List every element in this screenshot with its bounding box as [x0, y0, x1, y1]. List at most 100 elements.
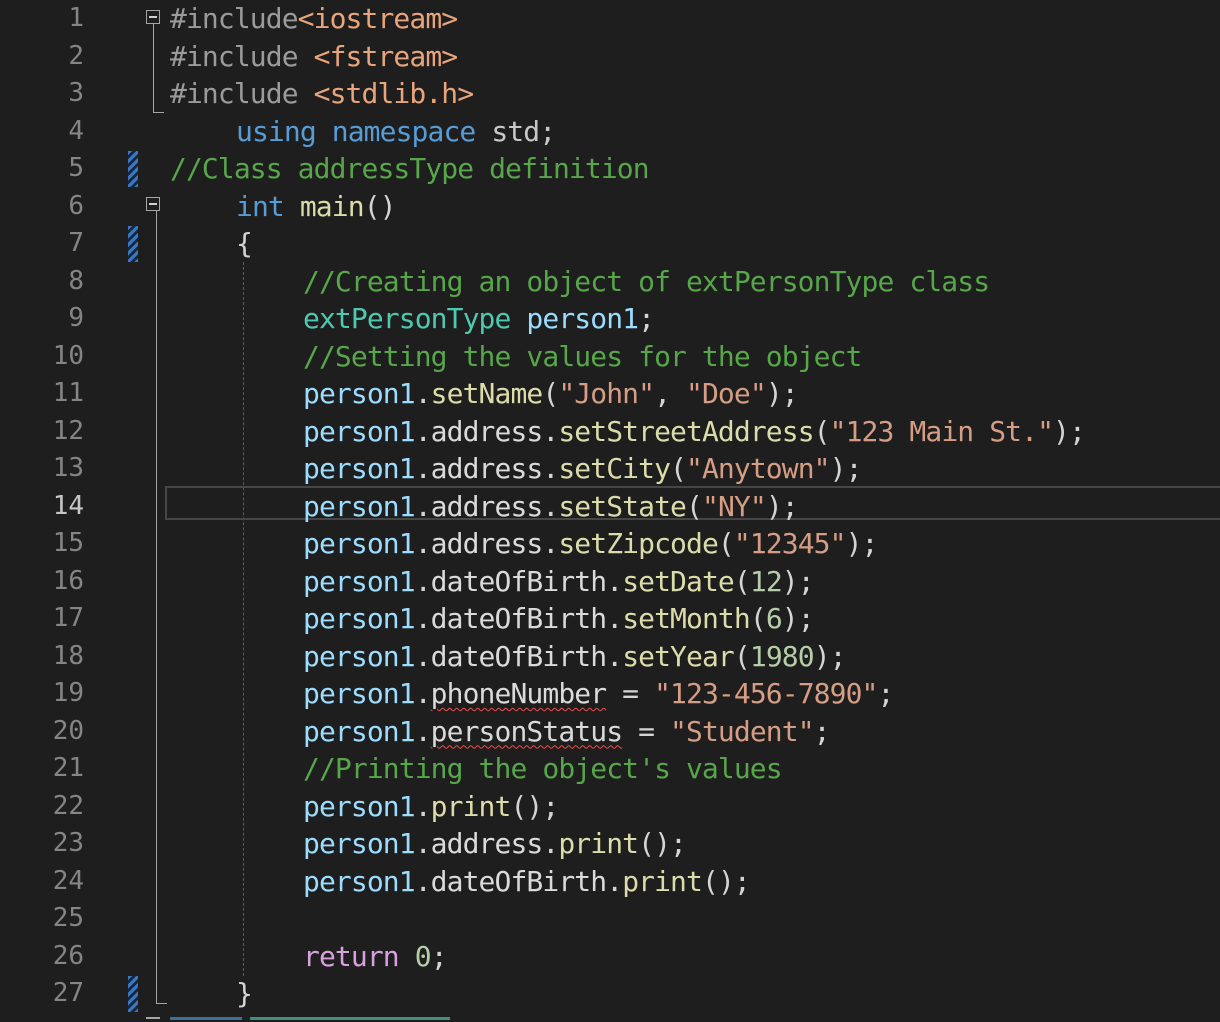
code-token: setZipcode [558, 527, 718, 560]
code-token: person1 [303, 827, 416, 860]
line-number: 26 [52, 940, 84, 971]
line-number: 20 [52, 715, 84, 746]
code-token: . [414, 452, 432, 485]
code-token: print [558, 827, 639, 860]
code-line[interactable]: 20 person1.personStatus = "Student"; [0, 713, 1220, 751]
code-line[interactable]: 2 #include <fstream> [0, 38, 1220, 76]
code-line[interactable]: 22 person1.print(); [0, 788, 1220, 826]
line-number: 4 [68, 115, 84, 146]
line-number: 17 [52, 603, 84, 633]
code-line[interactable]: 14 person1.address.setState("NY"); [0, 488, 1220, 526]
code-line[interactable]: 1 #include<iostream> [0, 0, 1220, 38]
code-token: 12 [749, 564, 783, 598]
code-token: using [236, 114, 317, 148]
code-line[interactable]: 5 //Class addressType definition [0, 150, 1220, 188]
code-token: dateOfBirth [430, 564, 607, 598]
code-token: ( [813, 414, 831, 448]
code-token: . [542, 827, 559, 860]
code-line[interactable]: 27} [0, 975, 1220, 1013]
line-number: 5 [68, 153, 84, 183]
code-line[interactable]: 3 #include <stdlib.h> [0, 75, 1220, 113]
code-line[interactable]: 25 [0, 900, 1220, 938]
line-number: 14 [52, 490, 84, 521]
code-line[interactable]: 18 person1.dateOfBirth.setYear(1980); [0, 638, 1220, 676]
code-text: #include <stdlib.h> [170, 75, 474, 113]
code-text: person1.address.print(); [303, 825, 687, 863]
code-token: return [303, 939, 400, 973]
code-token: . [542, 452, 559, 485]
code-token: setStreetAddress [558, 414, 814, 448]
line-number: 23 [52, 828, 84, 858]
code-token: 1980 [749, 639, 815, 673]
code-token: "Anytown" [686, 452, 831, 485]
code-token: . [414, 489, 432, 523]
code-line[interactable]: 11 person1.setName("John", "Doe"); [0, 375, 1220, 413]
code-line[interactable]: 23 person1.address.print(); [0, 825, 1220, 863]
code-token: { [236, 227, 253, 260]
line-number: 6 [68, 190, 84, 221]
code-line[interactable]: 6 int main() [0, 188, 1220, 226]
code-token: ); [829, 452, 863, 485]
code-text: #include <fstream> [170, 38, 458, 76]
code-token: person1 [303, 564, 416, 598]
code-token: address [430, 414, 544, 448]
code-token: std; [475, 114, 556, 148]
code-line[interactable]: 16 person1.dateOfBirth.setDate(12); [0, 563, 1220, 601]
code-token: address [430, 452, 544, 485]
code-token: . [542, 414, 559, 448]
code-line[interactable]: 13 person1.address.setCity("Anytown"); [0, 450, 1220, 488]
code-text: person1.address.setCity("Anytown"); [303, 450, 862, 488]
code-text: person1.address.setState("NY"); [303, 488, 799, 526]
error-squiggle-token: phoneNumber [430, 677, 607, 710]
code-editor[interactable]: 1 #include<iostream> 2 #include <fstream> 3 #… [0, 0, 1220, 1022]
code-token: . [414, 827, 432, 860]
code-line[interactable]: 26 return 0; [0, 938, 1220, 976]
code-line[interactable]: 10 //Setting the values for the object [0, 338, 1220, 376]
code-text: person1.dateOfBirth.setMonth(6); [303, 600, 815, 638]
code-token: print [622, 864, 703, 898]
code-token: ); [781, 602, 815, 635]
code-text: { [236, 225, 253, 263]
code-token: person1 [303, 639, 416, 673]
code-token: (); [701, 864, 751, 898]
code-token: namespace [331, 114, 477, 148]
code-line[interactable]: 17 person1.dateOfBirth.setMonth(6); [0, 600, 1220, 638]
code-text: //Printing the object's values [303, 750, 783, 788]
code-token: ( [686, 489, 703, 523]
line-number: 3 [68, 78, 84, 108]
code-text: #include<iostream> [170, 0, 458, 38]
code-token: "123-456-7890" [654, 677, 878, 710]
code-token: . [414, 639, 432, 673]
code-line[interactable]: 4 using namespace std; [0, 113, 1220, 151]
code-token: person1 [303, 377, 416, 410]
code-line[interactable]: 24 person1.dateOfBirth.print(); [0, 863, 1220, 901]
code-token: dateOfBirth [430, 602, 607, 635]
code-token: 0 [414, 939, 432, 973]
code-token: int [236, 189, 285, 223]
code-token: ; [638, 302, 655, 335]
code-line[interactable]: 7{ [0, 225, 1220, 263]
code-line[interactable]: 9 extPersonType person1; [0, 300, 1220, 338]
code-token: person1 [526, 302, 639, 335]
code-line[interactable]: 19 person1.phoneNumber = "123-456-7890"; [0, 675, 1220, 713]
code-token: //Printing the object's values [303, 752, 783, 785]
line-number: 2 [68, 40, 84, 71]
code-token: person1 [303, 414, 416, 448]
code-line[interactable]: 8 //Creating an object of extPersonType c… [0, 263, 1220, 301]
code-token: print [430, 789, 512, 823]
code-token: #include [170, 77, 314, 110]
code-line[interactable]: 21 //Printing the object's values [0, 750, 1220, 788]
code-token: <iostream> [297, 2, 458, 35]
code-token: . [606, 602, 623, 635]
code-token: = [622, 714, 671, 748]
code-token: . [606, 639, 623, 673]
code-token: . [414, 789, 432, 823]
code-line[interactable]: 12 person1.address.setStreetAddress("123 … [0, 413, 1220, 451]
code-token: person1 [303, 602, 416, 635]
code-text: using namespace std; [236, 113, 556, 151]
code-token: ; [813, 714, 831, 748]
code-token: address [430, 827, 544, 860]
code-text: person1.dateOfBirth.setDate(12); [303, 563, 815, 601]
code-token: "Student" [670, 714, 815, 748]
code-line[interactable]: 15 person1.address.setZipcode("12345"); [0, 525, 1220, 563]
